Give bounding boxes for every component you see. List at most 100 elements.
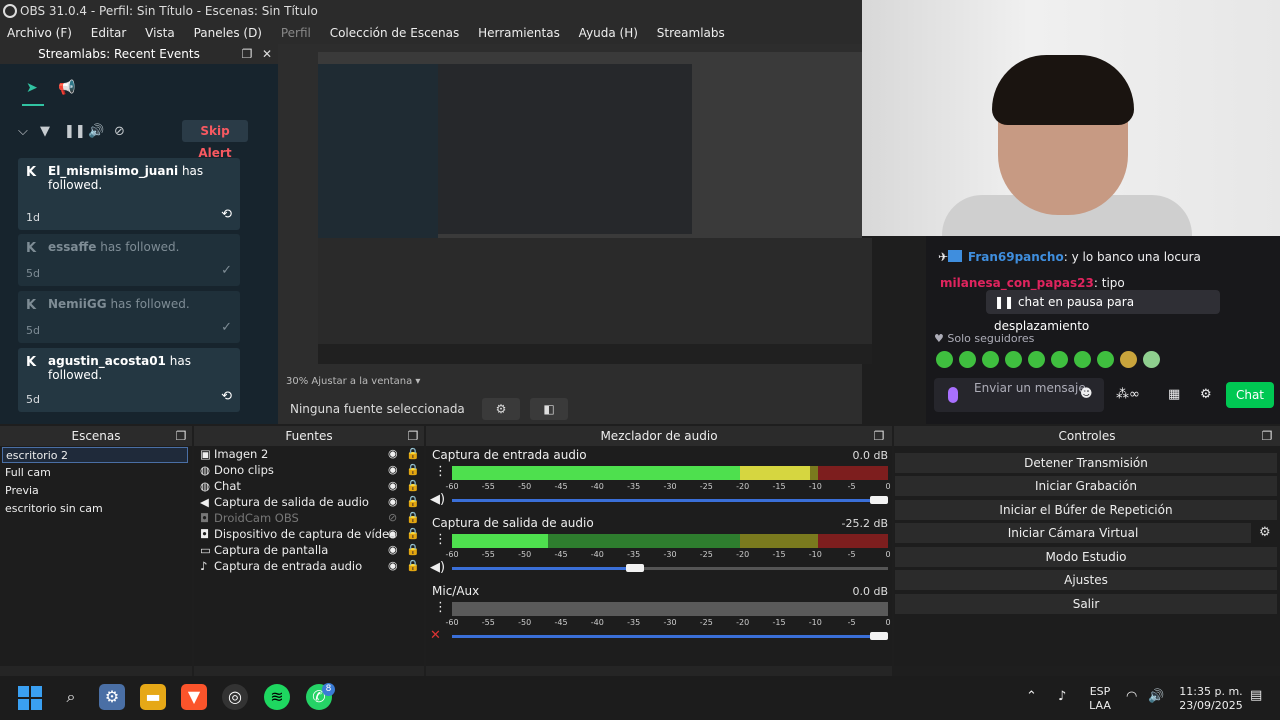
language-indicator[interactable]: ESP LAA [1086, 685, 1114, 713]
studio-mode-button[interactable]: Modo Estudio [895, 547, 1277, 567]
source-properties-button[interactable]: ⚙ [482, 398, 520, 420]
mute-alerts-icon[interactable]: ⊘ [114, 124, 125, 139]
eye-icon[interactable]: ◉ [388, 558, 398, 574]
eye-icon[interactable]: ◉ [388, 526, 398, 542]
start-replay-buffer-button[interactable]: Iniciar el Búfer de Repetición [895, 500, 1277, 520]
eye-icon[interactable]: ◉ [388, 446, 398, 462]
close-icon[interactable]: ✕ [260, 47, 274, 61]
emote-icon[interactable] [1097, 351, 1114, 368]
menu-editar[interactable]: Editar [91, 26, 127, 40]
emote-icon[interactable] [1051, 351, 1068, 368]
source-item[interactable]: ◘ DroidCam OBS ⊘ 🔒 [200, 510, 422, 526]
settings-button[interactable]: Ajustes [895, 570, 1277, 590]
mic-icon[interactable]: ♪ [1058, 690, 1066, 704]
menu-ayuda[interactable]: Ayuda (H) [579, 26, 638, 40]
eye-hidden-icon[interactable]: ⊘ [388, 510, 397, 526]
eye-icon[interactable]: ◉ [388, 494, 398, 510]
chat-input[interactable]: Enviar un mensaje ☻ [934, 378, 1104, 412]
volume-fader-track[interactable] [635, 567, 888, 570]
wifi-icon[interactable]: ◠ [1126, 690, 1137, 704]
notification-icon[interactable]: ▤ [1250, 689, 1262, 703]
file-explorer-icon[interactable]: ▬ [140, 684, 166, 710]
start-virtual-camera-button[interactable]: Iniciar Cámara Virtual [895, 523, 1251, 543]
eye-icon[interactable]: ◉ [388, 542, 398, 558]
lock-icon[interactable]: 🔒 [406, 462, 420, 478]
start-recording-button[interactable]: Iniciar Grabación [895, 476, 1277, 496]
volume-icon[interactable]: 🔊 [1148, 690, 1164, 704]
windows-start-icon[interactable] [18, 686, 42, 710]
chat-send-button[interactable]: Chat [1226, 382, 1274, 408]
repeat-icon[interactable]: ⟲ [221, 389, 232, 404]
source-item[interactable]: ♪ Captura de entrada audio ◉ 🔒 [200, 558, 422, 574]
brave-browser-icon[interactable]: ▼ [181, 684, 207, 710]
volume-fader-knob[interactable] [870, 496, 888, 504]
menu-paneles[interactable]: Paneles (D) [194, 26, 262, 40]
settings-app-icon[interactable]: ⚙ [99, 684, 125, 710]
eye-icon[interactable]: ◉ [388, 462, 398, 478]
menu-streamlabs[interactable]: Streamlabs [657, 26, 725, 40]
send-icon[interactable]: ➤ [26, 80, 38, 96]
volume-icon[interactable]: ◀) [430, 560, 445, 575]
menu-dots-icon[interactable]: ⋮ [434, 464, 447, 479]
volume-fader-knob[interactable] [870, 632, 888, 640]
scene-item[interactable]: escritorio sin cam [2, 501, 188, 517]
menu-vista[interactable]: Vista [145, 26, 175, 40]
menu-dots-icon[interactable]: ⋮ [434, 532, 447, 547]
menu-coleccion-escenas[interactable]: Colección de Escenas [330, 26, 460, 40]
float-icon[interactable]: ❐ [1260, 429, 1274, 443]
lock-icon[interactable]: 🔒 [406, 558, 420, 574]
store-icon[interactable]: ▦ [1168, 387, 1180, 402]
float-icon[interactable]: ❐ [406, 429, 420, 443]
gear-icon[interactable]: ⚙ [1200, 387, 1212, 402]
search-icon[interactable]: ⌕ [58, 684, 84, 710]
preview-scale-label[interactable]: 30% Ajustar a la ventana ▾ [286, 376, 420, 387]
source-item[interactable]: ◘ Dispositivo de captura de vídeo ◉ 🔒 [200, 526, 422, 542]
source-filters-button[interactable]: ◧ [530, 398, 568, 420]
volume-fader[interactable] [452, 499, 888, 502]
volume-icon[interactable]: 🔊 [88, 124, 104, 139]
lock-icon[interactable]: 🔒 [406, 478, 420, 494]
lock-icon[interactable]: 🔒 [406, 494, 420, 510]
menu-herramientas[interactable]: Herramientas [478, 26, 560, 40]
source-item[interactable]: ◍ Dono clips ◉ 🔒 [200, 462, 422, 478]
lock-icon[interactable]: 🔒 [406, 526, 420, 542]
menu-perfil[interactable]: Perfil [281, 26, 311, 40]
gear-icon[interactable]: ⚙ [1259, 525, 1271, 540]
sources-toolbar[interactable] [194, 666, 424, 676]
menu-dots-icon[interactable]: ⋮ [434, 600, 447, 615]
float-icon[interactable]: ❐ [872, 429, 886, 443]
skip-alert-button[interactable]: Skip Alert [182, 120, 248, 160]
mixer-toolbar[interactable] [426, 666, 892, 676]
emote-icon[interactable] [982, 351, 999, 368]
scenes-toolbar[interactable] [0, 666, 192, 676]
menu-archivo[interactable]: Archivo (F) [7, 26, 72, 40]
stop-stream-button[interactable]: Detener Transmisión [895, 453, 1277, 473]
float-icon[interactable]: ❐ [240, 47, 254, 61]
lock-icon[interactable]: 🔒 [406, 446, 420, 462]
lock-icon[interactable]: 🔒 [406, 542, 420, 558]
volume-icon[interactable]: ✕ [430, 628, 441, 643]
source-item[interactable]: ◍ Chat ◉ 🔒 [200, 478, 422, 494]
lock-icon[interactable]: 🔒 [406, 510, 420, 526]
repeat-icon[interactable]: ⟲ [221, 207, 232, 222]
spotify-icon[interactable]: ≋ [264, 684, 290, 710]
chat-username[interactable]: Fran69pancho [968, 250, 1064, 264]
emoji-icon[interactable]: ☻ [1080, 387, 1093, 400]
float-icon[interactable]: ❐ [174, 429, 188, 443]
emote-icon[interactable] [1028, 351, 1045, 368]
emote-menu-icon[interactable]: ⁂∞ [1116, 387, 1140, 402]
source-item[interactable]: ▭ Captura de pantalla ◉ 🔒 [200, 542, 422, 558]
emote-icon[interactable] [936, 351, 953, 368]
clock[interactable]: 11:35 p. m. 23/09/2025 [1176, 685, 1246, 713]
volume-fader[interactable] [452, 635, 888, 638]
chevron-up-icon[interactable]: ⌃ [1026, 690, 1037, 704]
chat-paused-banner[interactable]: ❚❚ chat en pausa para desplazamiento [986, 290, 1220, 333]
source-item[interactable]: ▣ Imagen 2 ◉ 🔒 [200, 446, 422, 462]
volume-fader[interactable] [452, 567, 636, 570]
emote-icon[interactable] [1120, 351, 1137, 368]
pause-icon[interactable]: ❚❚ [64, 124, 86, 139]
emote-icon[interactable] [1074, 351, 1091, 368]
emote-icon[interactable] [1143, 351, 1160, 368]
scene-item[interactable]: escritorio 2 [2, 447, 188, 463]
obs-app-icon[interactable]: ◎ [222, 684, 248, 710]
